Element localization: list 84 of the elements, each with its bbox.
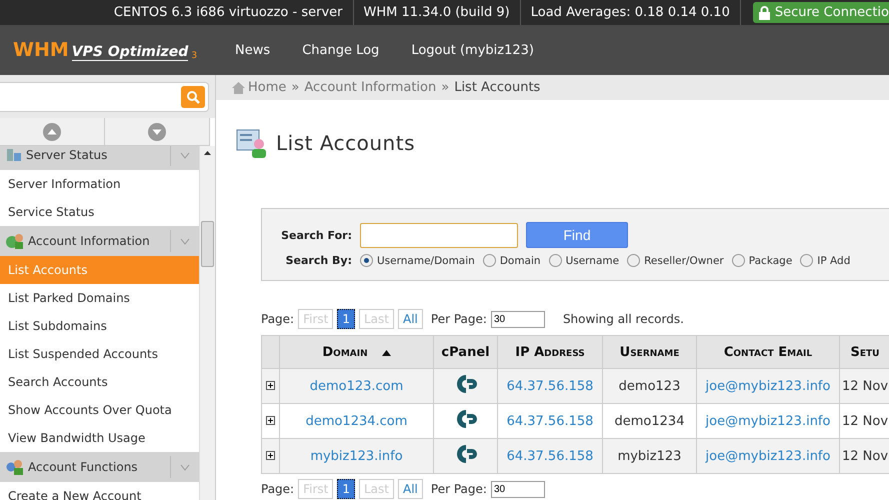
page-button[interactable]: 1 [337,479,355,499]
sidebar-item[interactable]: Server Information [0,170,199,198]
expand-icon[interactable] [266,450,275,460]
page-title: List Accounts [276,130,415,154]
page-button[interactable]: All [398,479,423,499]
breadcrumb-separator: » [291,80,300,95]
cpanel-logo-icon [454,444,476,464]
per-page-label: Per Page: [430,482,487,496]
sidebar-item[interactable]: Search Accounts [0,368,199,396]
username-cell: mybiz123 [602,438,696,474]
secure-connection-badge: Secure Connectio [752,2,889,23]
setup-date-cell: 12 Nov [840,368,889,404]
sidebar-item[interactable]: List Parked Domains [0,284,199,312]
logo-version: 3 [191,51,198,61]
radio-button[interactable] [732,254,745,267]
sidebar-search-field[interactable] [0,82,209,112]
radio-button[interactable] [548,254,562,267]
breadcrumb-link[interactable]: List Accounts [454,80,540,95]
scroll-up-icon[interactable] [204,151,211,155]
search-by-option[interactable]: Reseller/Owner [627,254,724,267]
records-status: Showing all records. [562,312,684,326]
menu-section-header[interactable]: Server Status [0,146,199,170]
user-list-icon [236,126,268,158]
radio-button[interactable] [360,254,373,267]
sidebar-item[interactable]: Service Status [0,198,199,226]
chevron-down-icon [180,238,190,244]
expand-icon[interactable] [266,416,275,424]
column-header[interactable]: Setu [840,336,889,368]
page-button[interactable]: All [398,309,423,329]
per-page-field[interactable]: 30 [490,480,545,498]
chevron-down-icon [180,152,190,158]
search-by-option[interactable]: Package [732,254,792,267]
radio-button[interactable] [800,254,814,267]
per-page-label: Per Page: [430,312,487,326]
cpanel-logo-icon [454,409,476,429]
page-label: Page: [261,482,294,496]
server-icon [6,148,22,162]
user-gear-icon [6,459,24,475]
column-header[interactable]: Contact Email [696,336,840,368]
sidebar-item[interactable]: Show Accounts Over Quota [0,396,199,424]
search-input[interactable] [360,222,518,248]
search-by-option[interactable]: Username/Domain [360,254,475,267]
column-header[interactable]: IP Address [498,336,602,368]
per-page-field[interactable]: 30 [490,310,545,328]
search-by-option[interactable]: IP Add [800,254,850,267]
column-header[interactable]: Username [602,336,696,368]
breadcrumb-separator: » [441,80,450,95]
search-by-label: Search By: [284,254,352,267]
search-by-option[interactable]: Username [548,254,620,267]
username-cell: demo1234 [602,404,696,438]
chevron-down-icon [180,464,190,470]
logo-text: WHM [13,39,69,61]
nav-link[interactable]: News [235,42,270,58]
search-button[interactable] [181,86,205,108]
scrollbar[interactable] [199,146,215,500]
expand-icon[interactable] [266,380,275,390]
lock-icon [758,6,770,20]
breadcrumb-link[interactable]: Home [232,80,286,95]
menu-section-header[interactable]: Account Information [0,226,199,256]
scrollbar-thumb[interactable] [201,221,214,267]
column-header[interactable]: cPanel [434,336,498,368]
setup-date-cell: 12 Nov [840,438,889,474]
username-cell: demo123 [602,368,696,404]
radio-button[interactable] [627,254,640,267]
sidebar-item[interactable]: List Suspended Accounts [0,340,199,368]
nav-link[interactable]: Logout (mybiz123) [411,42,534,58]
search-for-label: Search For: [280,228,352,242]
search-icon [186,90,200,104]
sidebar-item[interactable]: Create a New Account [0,482,199,500]
page-label: Page: [261,312,294,326]
radio-button[interactable] [482,254,496,267]
column-header[interactable]: Domain [280,336,434,368]
breadcrumb-link[interactable]: Account Information [304,80,436,95]
page-button[interactable]: 1 [337,309,355,329]
sidebar-item[interactable]: View Bandwidth Usage [0,424,199,452]
cpanel-logo-icon [454,374,476,394]
user-info-icon [6,233,24,249]
search-by-option[interactable]: Domain [482,254,541,267]
nav-link[interactable]: Change Log [302,42,380,58]
menu-section-header[interactable]: Account Functions [0,452,199,482]
logo-subtitle: VPS Optimized [72,44,188,61]
home-icon [232,82,245,94]
sidebar-item[interactable]: List Subdomains [0,312,199,340]
setup-date-cell: 12 Nov [840,404,889,438]
